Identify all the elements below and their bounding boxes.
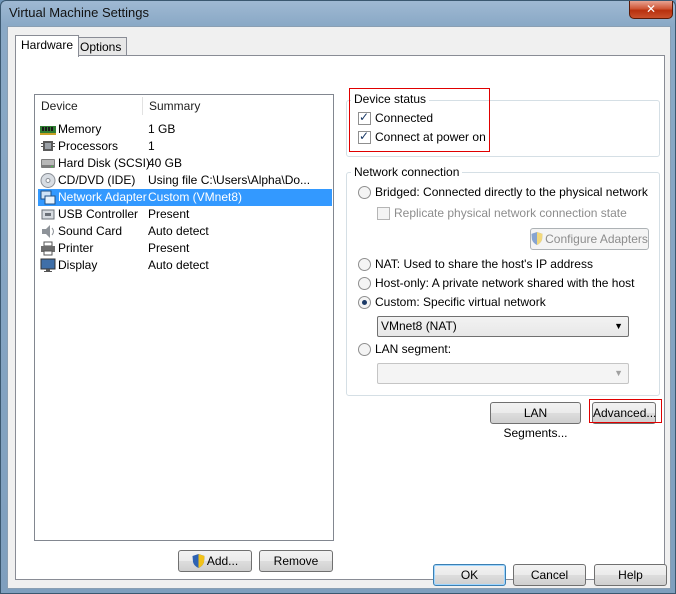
bridged-radio[interactable] bbox=[358, 186, 371, 199]
custom-network-select[interactable]: VMnet8 (NAT) ▼ bbox=[377, 316, 629, 337]
configure-adapters-label: Configure Adapters bbox=[545, 232, 648, 246]
lan-segment-select[interactable]: ▼ bbox=[377, 363, 629, 384]
connect-at-power-on-checkbox[interactable]: ✓ bbox=[358, 129, 371, 144]
column-header-summary[interactable]: Summary bbox=[149, 95, 200, 117]
lan-segments-button[interactable]: LAN Segments... bbox=[490, 402, 581, 440]
device-summary: Auto detect bbox=[148, 224, 209, 238]
device-summary: Auto detect bbox=[148, 258, 209, 272]
custom-label[interactable]: Custom: Specific virtual network bbox=[375, 295, 546, 309]
device-summary: Custom (VMnet8) bbox=[148, 190, 243, 204]
sound-icon bbox=[42, 225, 54, 238]
device-name: Processors bbox=[58, 139, 119, 153]
connected-label[interactable]: Connected bbox=[375, 111, 433, 125]
device-name: Sound Card bbox=[58, 224, 123, 238]
column-separator[interactable] bbox=[142, 97, 143, 115]
highlight-box-advanced bbox=[589, 399, 662, 423]
check-icon: ✓ bbox=[359, 110, 370, 124]
device-summary: 40 GB bbox=[148, 156, 183, 170]
bridged-label[interactable]: Bridged: Connected directly to the physi… bbox=[375, 185, 648, 199]
remove-device-button[interactable]: Remove bbox=[259, 550, 333, 572]
shield-icon bbox=[192, 554, 205, 568]
replicate-checkbox[interactable] bbox=[377, 207, 390, 220]
device-row-hard-disk[interactable]: Hard Disk (SCSI) 40 GB bbox=[38, 155, 332, 172]
nat-label[interactable]: NAT: Used to share the host's IP address bbox=[375, 257, 593, 271]
display-icon bbox=[40, 258, 56, 272]
device-row-memory[interactable]: Memory 1 GB bbox=[38, 121, 332, 138]
device-name: Memory bbox=[58, 122, 102, 136]
device-row-display[interactable]: Display Auto detect bbox=[38, 257, 332, 274]
processor-icon bbox=[41, 141, 55, 151]
device-summary: Present bbox=[148, 207, 190, 221]
column-header-device[interactable]: Device bbox=[41, 95, 78, 117]
usb-icon bbox=[41, 209, 55, 220]
add-device-label: Add... bbox=[206, 554, 239, 568]
close-button[interactable]: ✕ bbox=[629, 1, 673, 19]
host-only-radio[interactable] bbox=[358, 277, 371, 290]
dialog-client-area: Hardware Options Device Summary Memory 1… bbox=[7, 26, 671, 589]
configure-adapters-button[interactable]: Configure Adapters bbox=[530, 228, 649, 250]
ok-button[interactable]: OK bbox=[433, 564, 506, 586]
connect-at-power-on-label[interactable]: Connect at power on bbox=[375, 130, 486, 144]
lan-segment-label[interactable]: LAN segment: bbox=[375, 342, 451, 356]
help-button[interactable]: Help bbox=[594, 564, 667, 586]
replicate-label[interactable]: Replicate physical network connection st… bbox=[394, 206, 627, 220]
window-title: Virtual Machine Settings bbox=[9, 5, 149, 20]
device-row-processors[interactable]: Processors 1 bbox=[38, 138, 332, 155]
device-row-sound-card[interactable]: Sound Card Auto detect bbox=[38, 223, 332, 240]
device-row-cd-dvd[interactable]: CD/DVD (IDE) Using file C:\Users\Alpha\D… bbox=[38, 172, 332, 189]
device-summary: Using file C:\Users\Alpha\Do... bbox=[148, 173, 311, 187]
device-summary: 1 GB bbox=[148, 122, 176, 136]
network-connection-title: Network connection bbox=[351, 165, 463, 179]
host-only-label[interactable]: Host-only: A private network shared with… bbox=[375, 276, 634, 290]
connected-checkbox[interactable]: ✓ bbox=[358, 110, 371, 125]
device-name: Display bbox=[58, 258, 98, 272]
device-row-printer[interactable]: Printer Present bbox=[38, 240, 332, 257]
device-row-usb-controller[interactable]: USB Controller Present bbox=[38, 206, 332, 223]
tab-options[interactable]: Options bbox=[74, 37, 128, 57]
custom-radio[interactable] bbox=[358, 296, 371, 309]
device-name: CD/DVD (IDE) bbox=[58, 173, 136, 187]
radio-selected-dot bbox=[362, 300, 367, 305]
device-name: Network Adapter bbox=[58, 190, 147, 204]
device-list[interactable]: Device Summary Memory 1 GB Processors 1 … bbox=[34, 94, 334, 541]
chevron-down-icon: ▼ bbox=[614, 321, 623, 331]
cd-dvd-icon bbox=[40, 173, 56, 188]
memory-icon bbox=[40, 126, 56, 135]
nat-radio[interactable] bbox=[358, 258, 371, 271]
dialog-window: Virtual Machine Settings ✕ Hardware Opti… bbox=[0, 0, 676, 594]
printer-icon bbox=[41, 241, 55, 256]
lan-segment-radio[interactable] bbox=[358, 343, 371, 356]
hard-disk-icon bbox=[41, 159, 55, 168]
chevron-down-icon: ▼ bbox=[614, 368, 623, 378]
custom-network-value: VMnet8 (NAT) bbox=[381, 319, 457, 333]
device-name: Hard Disk (SCSI) bbox=[58, 156, 151, 170]
device-name: Printer bbox=[58, 241, 94, 255]
add-device-button[interactable]: Add... bbox=[178, 550, 252, 572]
hardware-tab-panel: Device Summary Memory 1 GB Processors 1 … bbox=[15, 55, 665, 580]
tab-hardware[interactable]: Hardware bbox=[15, 35, 80, 57]
device-row-network-adapter[interactable]: Network Adapter Custom (VMnet8) bbox=[38, 189, 332, 206]
network-adapter-icon bbox=[40, 190, 56, 205]
shield-icon bbox=[531, 232, 543, 245]
device-summary: 1 bbox=[148, 139, 155, 153]
device-name: USB Controller bbox=[58, 207, 139, 221]
cancel-button[interactable]: Cancel bbox=[513, 564, 586, 586]
check-icon: ✓ bbox=[359, 129, 370, 143]
device-summary: Present bbox=[148, 241, 190, 255]
